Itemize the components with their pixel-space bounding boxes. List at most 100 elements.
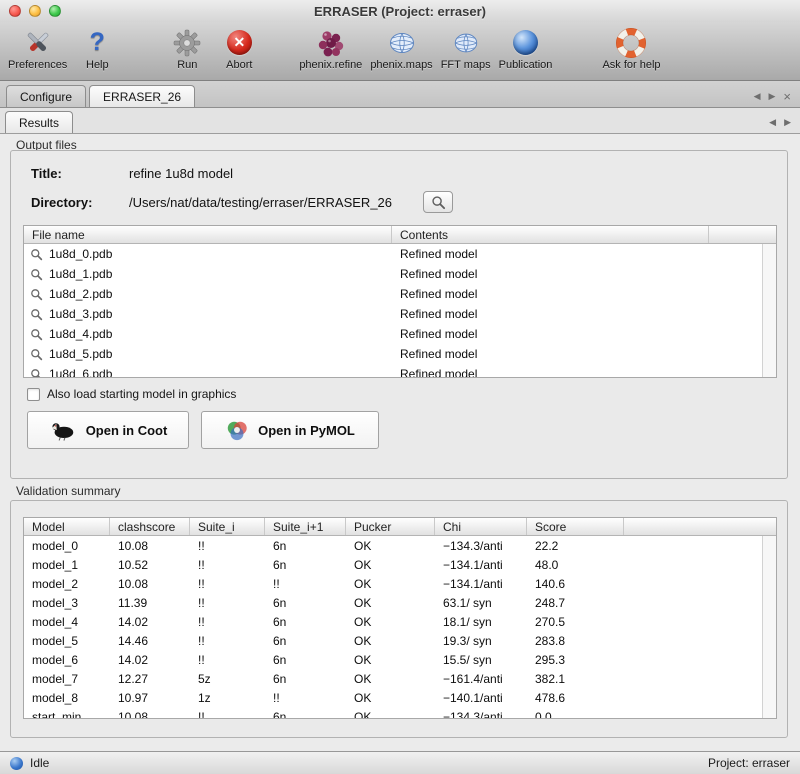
checkbox-label: Also load starting model in graphics xyxy=(47,387,236,401)
toolbar: Preferences ? Help xyxy=(0,22,800,81)
validation-row[interactable]: model_4 14.02 !! 6n OK 18.1/ syn 270.5 xyxy=(24,612,776,631)
output-files-table: File name Contents 1u8d_0.pdb xyxy=(23,225,777,378)
vertical-scrollbar[interactable] xyxy=(762,244,776,377)
tab-scroll-left-button[interactable]: ◀ xyxy=(769,117,776,128)
map-mesh-icon xyxy=(387,26,417,59)
column-header-score[interactable]: Score xyxy=(527,518,624,535)
ask-for-help-button[interactable]: Ask for help xyxy=(602,26,660,71)
column-header-suite-i1[interactable]: Suite_i+1 xyxy=(265,518,346,535)
file-name: 1u8d_5.pdb xyxy=(49,347,112,361)
column-header-model[interactable]: Model xyxy=(24,518,110,535)
magnifier-icon xyxy=(30,308,43,321)
zoom-window-button[interactable] xyxy=(49,5,61,17)
column-header-suite-i[interactable]: Suite_i xyxy=(190,518,265,535)
column-header-clashscore[interactable]: clashscore xyxy=(110,518,190,535)
magnifier-icon xyxy=(431,195,446,210)
clashscore-cell: 11.39 xyxy=(110,596,190,610)
suite-i-cell: !! xyxy=(190,596,265,610)
validation-row[interactable]: model_7 12.27 5z 6n OK −161.4/anti 382.1 xyxy=(24,669,776,688)
preferences-button[interactable]: Preferences xyxy=(8,26,67,71)
phenix-refine-button[interactable]: phenix.refine xyxy=(299,26,362,71)
pymol-icon xyxy=(225,418,249,442)
column-header-file-name[interactable]: File name xyxy=(24,226,392,243)
column-header-contents[interactable]: Contents xyxy=(392,226,709,243)
file-row[interactable]: 1u8d_5.pdb Refined model xyxy=(24,344,776,364)
publication-button[interactable]: Publication xyxy=(499,26,553,71)
phenix-maps-button[interactable]: phenix.maps xyxy=(370,26,432,71)
abort-button[interactable]: ✕ Abort xyxy=(217,26,261,71)
toolbar-item-label: phenix.maps xyxy=(370,59,432,71)
file-row[interactable]: 1u8d_0.pdb Refined model xyxy=(24,244,776,264)
column-header-pucker[interactable]: Pucker xyxy=(346,518,435,535)
toolbar-item-label: Ask for help xyxy=(602,59,660,71)
column-header-chi[interactable]: Chi xyxy=(435,518,527,535)
score-cell: 248.7 xyxy=(527,596,624,610)
clashscore-cell: 10.08 xyxy=(110,710,190,720)
title-field-label: Title: xyxy=(31,166,62,181)
suite-i1-cell: !! xyxy=(265,577,346,591)
file-row[interactable]: 1u8d_4.pdb Refined model xyxy=(24,324,776,344)
project-label: Project: erraser xyxy=(708,756,790,770)
open-in-pymol-button[interactable]: Open in PyMOL xyxy=(201,411,379,449)
close-window-button[interactable] xyxy=(9,5,21,17)
clashscore-cell: 14.02 xyxy=(110,615,190,629)
score-cell: 295.3 xyxy=(527,653,624,667)
browse-directory-button[interactable] xyxy=(423,191,453,213)
pucker-cell: OK xyxy=(346,615,435,629)
directory-field-label: Directory: xyxy=(31,195,92,210)
file-row[interactable]: 1u8d_2.pdb Refined model xyxy=(24,284,776,304)
tab-configure[interactable]: Configure xyxy=(6,85,86,107)
run-button[interactable]: Run xyxy=(165,26,209,71)
validation-row[interactable]: start_min 10.08 !! 6n OK −134.3/anti 0.0 xyxy=(24,707,776,719)
score-cell: 382.1 xyxy=(527,672,624,686)
tab-scroll-left-button[interactable]: ◀ xyxy=(754,91,761,102)
tab-scroll-right-button[interactable]: ▶ xyxy=(768,91,775,102)
model-cell: model_8 xyxy=(24,691,110,705)
suite-i1-cell: 6n xyxy=(265,710,346,720)
magnifier-icon xyxy=(30,288,43,301)
file-row[interactable]: 1u8d_6.pdb Refined model xyxy=(24,364,776,378)
minimize-window-button[interactable] xyxy=(29,5,41,17)
file-name-cell: 1u8d_2.pdb xyxy=(24,287,392,301)
chi-cell: 18.1/ syn xyxy=(435,615,527,629)
tab-results[interactable]: Results xyxy=(5,111,73,133)
validation-row[interactable]: model_2 10.08 !! !! OK −134.1/anti 140.6 xyxy=(24,574,776,593)
file-name-cell: 1u8d_5.pdb xyxy=(24,347,392,361)
pucker-cell: OK xyxy=(346,710,435,720)
toolbar-item-label: phenix.refine xyxy=(299,59,362,71)
vertical-scrollbar[interactable] xyxy=(762,536,776,718)
gear-icon xyxy=(173,26,201,59)
column-header-filler xyxy=(624,518,776,535)
validation-row[interactable]: model_5 14.46 !! 6n OK 19.3/ syn 283.8 xyxy=(24,631,776,650)
pucker-cell: OK xyxy=(346,653,435,667)
tab-erraser-26[interactable]: ERRASER_26 xyxy=(89,85,195,107)
model-cell: model_0 xyxy=(24,539,110,553)
validation-row[interactable]: model_6 14.02 !! 6n OK 15.5/ syn 295.3 xyxy=(24,650,776,669)
tab-scroll-right-button[interactable]: ▶ xyxy=(784,117,791,128)
help-button[interactable]: ? Help xyxy=(75,26,119,71)
magnifier-icon xyxy=(30,368,43,379)
help-icon: ? xyxy=(90,26,105,59)
output-files-table-header: File name Contents xyxy=(24,226,776,244)
output-files-table-body: 1u8d_0.pdb Refined model 1u8d_1.pdb xyxy=(24,244,776,378)
validation-row[interactable]: model_3 11.39 !! 6n OK 63.1/ syn 248.7 xyxy=(24,593,776,612)
tab-label: ERRASER_26 xyxy=(103,90,181,104)
validation-row[interactable]: model_1 10.52 !! 6n OK −134.1/anti 48.0 xyxy=(24,555,776,574)
map-mesh-icon xyxy=(452,26,480,59)
file-row[interactable]: 1u8d_1.pdb Refined model xyxy=(24,264,776,284)
pucker-cell: OK xyxy=(346,577,435,591)
toolbar-item-label: Help xyxy=(86,59,109,71)
pucker-cell: OK xyxy=(346,539,435,553)
fft-maps-button[interactable]: FFT maps xyxy=(441,26,491,71)
open-in-coot-button[interactable]: Open in Coot xyxy=(27,411,189,449)
load-starting-model-checkbox[interactable] xyxy=(27,388,40,401)
model-cell: start_min xyxy=(24,710,110,720)
file-row[interactable]: 1u8d_3.pdb Refined model xyxy=(24,304,776,324)
suite-i1-cell: 6n xyxy=(265,596,346,610)
column-header-filler xyxy=(709,226,776,243)
tab-close-button[interactable]: × xyxy=(783,92,791,101)
pucker-cell: OK xyxy=(346,558,435,572)
validation-row[interactable]: model_0 10.08 !! 6n OK −134.3/anti 22.2 xyxy=(24,536,776,555)
validation-row[interactable]: model_8 10.97 1z !! OK −140.1/anti 478.6 xyxy=(24,688,776,707)
toolbar-item-label: Publication xyxy=(499,59,553,71)
